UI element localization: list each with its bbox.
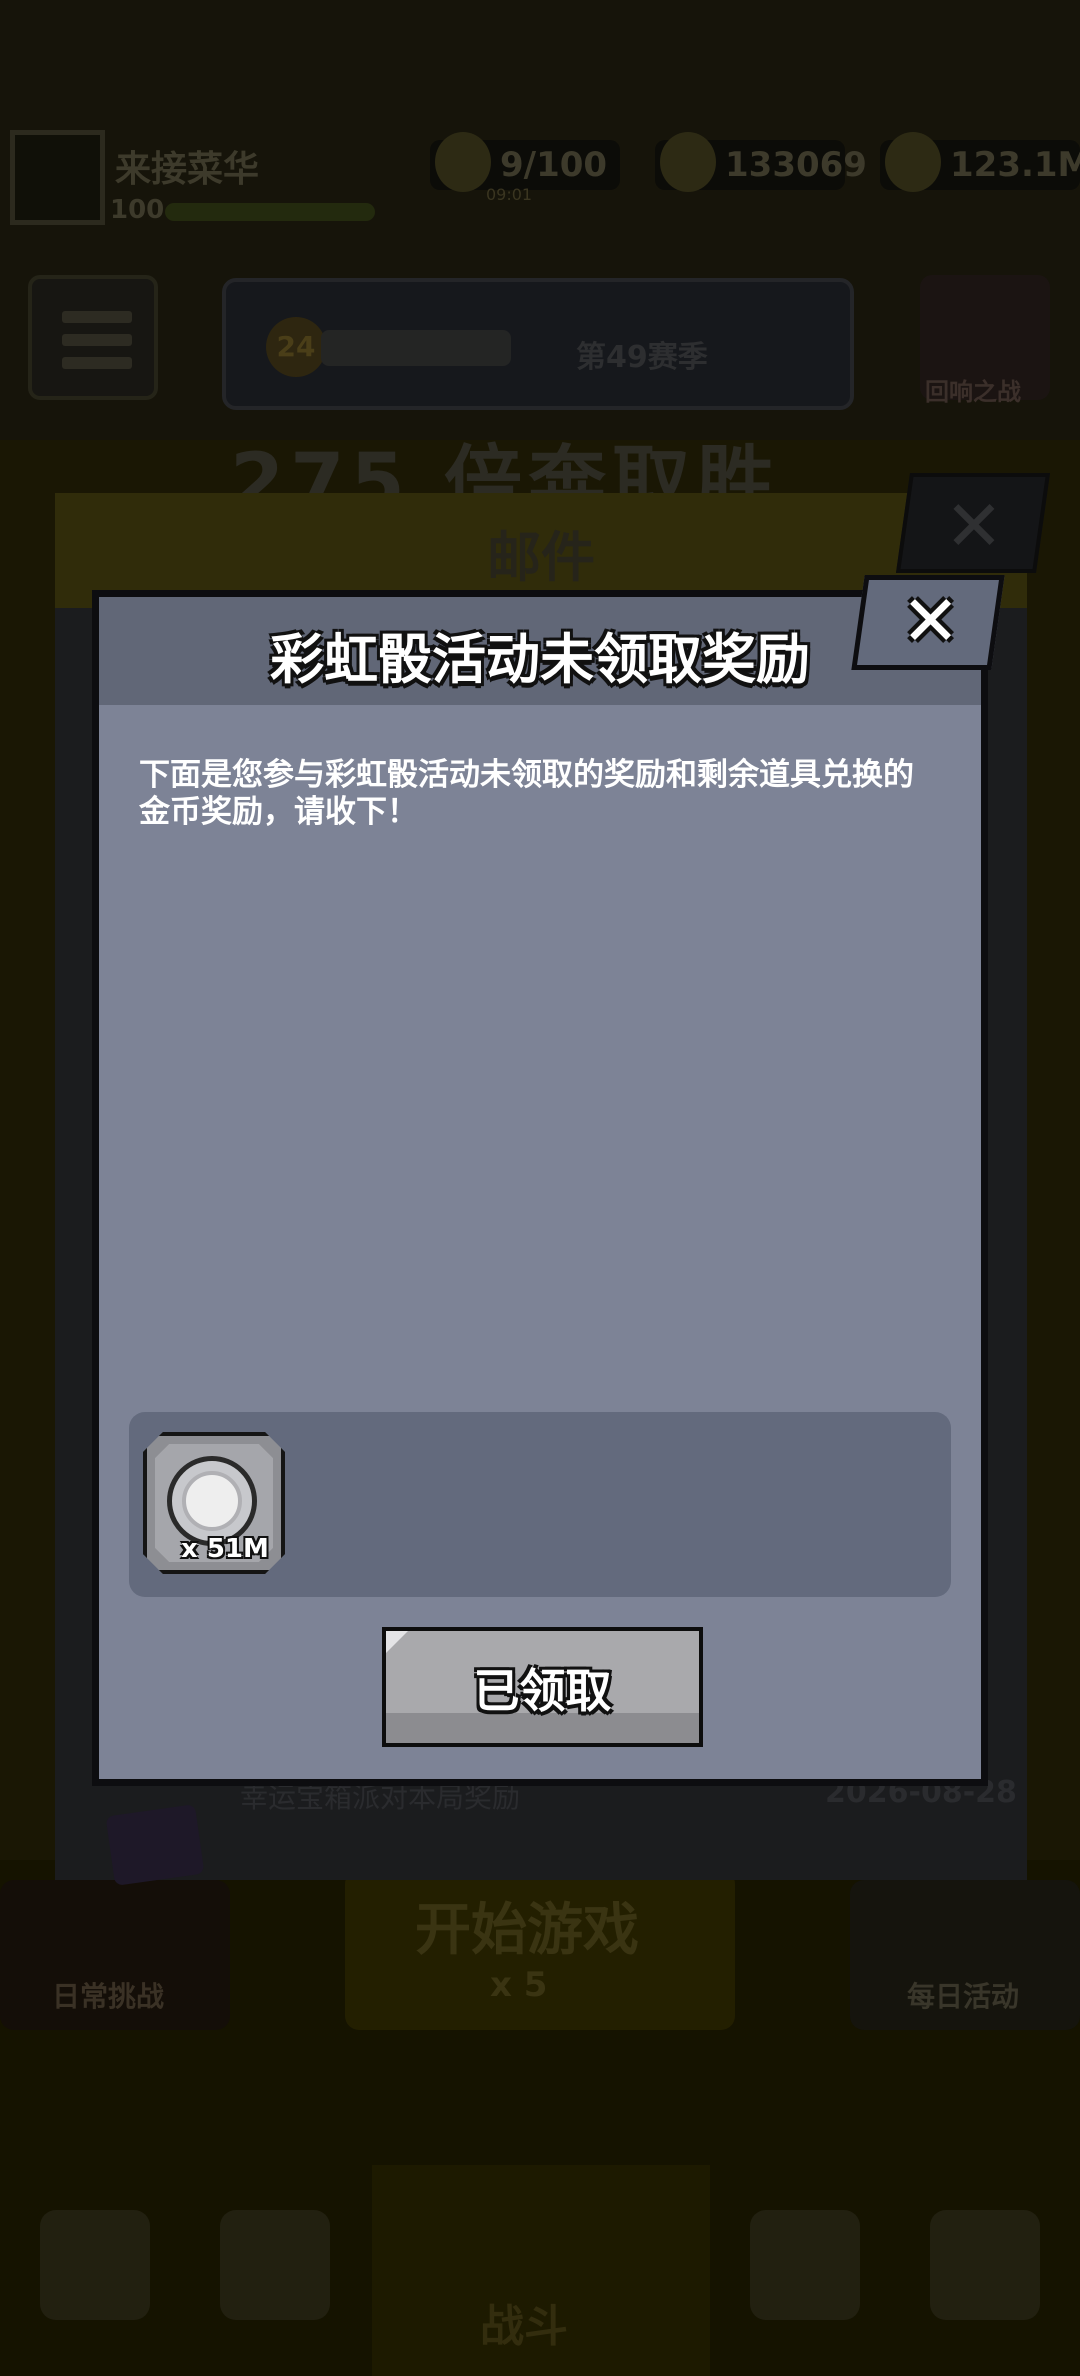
dialog-title: 彩虹骰活动未领取奖励	[270, 628, 810, 691]
gem-icon	[660, 132, 716, 192]
daily-event-label: 每日活动	[907, 1980, 1020, 2013]
gem-value: 133069	[725, 145, 867, 185]
tab-battle-label: 战斗	[480, 2301, 568, 2352]
menu-button	[28, 275, 158, 400]
coin-counter: 123.1M	[880, 132, 1080, 192]
claimed-button-label: 已领取	[473, 1664, 612, 1718]
player-level: 100	[110, 195, 165, 225]
player-name: 来接菜华	[115, 149, 260, 190]
menu-icon-line	[62, 357, 132, 369]
energy-timer: 09:01	[486, 185, 533, 204]
energy-value: 9/100	[500, 145, 608, 185]
menu-icon	[62, 311, 132, 323]
season-progress	[321, 330, 511, 366]
claimed-button[interactable]: 已领取	[382, 1627, 703, 1747]
reward-dialog: 彩虹骰活动未领取奖励 下面是您参与彩虹骰活动未领取的奖励和剩余道具兑换的金币奖励…	[92, 590, 988, 1786]
dialog-header: 彩虹骰活动未领取奖励	[99, 597, 981, 705]
reward-list: x 51M	[129, 1412, 951, 1597]
silver-coin-face	[182, 1471, 242, 1531]
dialog-close-button[interactable]: ✕	[851, 575, 1005, 670]
player-avatar	[10, 130, 105, 225]
silver-coin-icon	[167, 1456, 257, 1546]
season-badge: 24	[266, 317, 326, 377]
gift-icon	[105, 1804, 205, 1886]
start-game-label: 开始游戏	[415, 1898, 639, 1963]
tab-collection	[930, 2210, 1040, 2320]
close-icon: ✕	[901, 580, 960, 662]
energy-icon	[435, 132, 491, 192]
coin-icon	[885, 132, 941, 192]
gem-counter: 133069	[655, 132, 867, 192]
daily-challenge-label: 日常挑战	[52, 1980, 165, 2013]
tab-shop	[40, 2210, 150, 2320]
start-game-cost: x 5	[490, 1965, 548, 2005]
energy-counter: 9/100	[430, 132, 620, 192]
mail-close-button: ✕	[895, 473, 1051, 573]
tab-cards	[220, 2210, 330, 2320]
shield-label: 回响之战	[925, 378, 1021, 406]
dialog-message: 下面是您参与彩虹骰活动未领取的奖励和剩余道具兑换的金币奖励，请收下！	[139, 757, 914, 830]
reward-item[interactable]: x 51M	[143, 1432, 285, 1574]
tab-club	[750, 2210, 860, 2320]
menu-icon-line	[62, 334, 132, 346]
xp-bar	[165, 203, 375, 221]
season-label: 第49赛季	[576, 340, 708, 375]
close-icon: ✕	[944, 485, 1004, 567]
season-panel: 24 第49赛季	[222, 278, 854, 410]
coin-value: 123.1M	[950, 145, 1080, 185]
reward-quantity: x 51M	[181, 1534, 269, 1564]
